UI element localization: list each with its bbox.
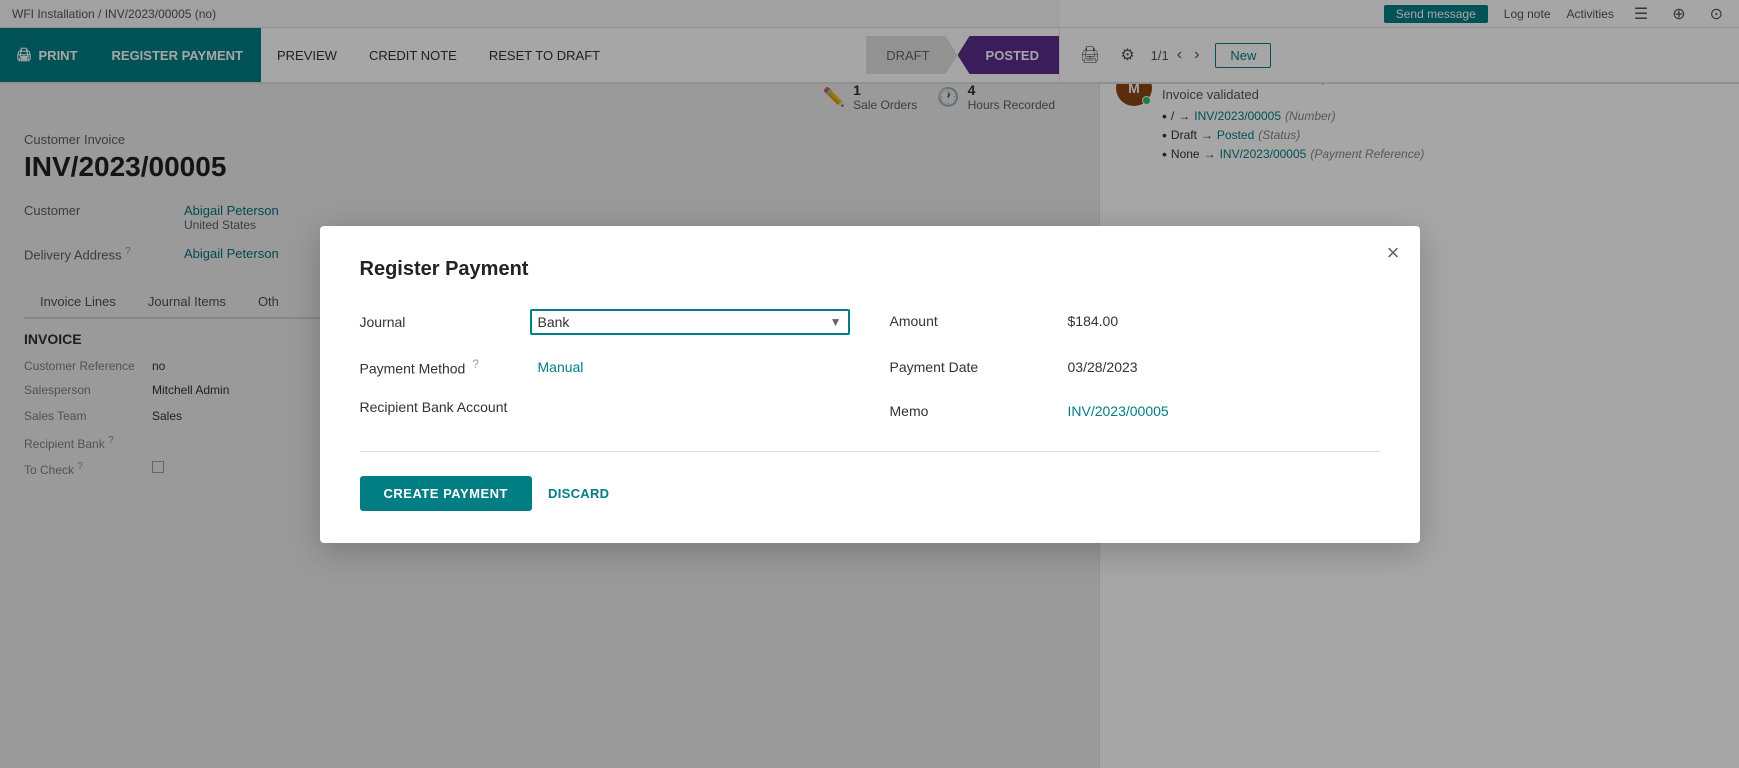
register-payment-dialog: Register Payment × Journal Bank ▼ Amount… (320, 226, 1420, 543)
payment-method-field: Payment Method ? Manual (360, 355, 850, 379)
payment-date-field: Payment Date 03/28/2023 (890, 355, 1380, 379)
create-payment-button[interactable]: CREATE PAYMENT (360, 476, 533, 511)
dialog-actions: CREATE PAYMENT DISCARD (360, 476, 1380, 511)
journal-field: Journal Bank ▼ (360, 309, 850, 335)
help-icon: ? (472, 357, 479, 371)
recipient-bank-field: Recipient Bank Account (360, 399, 850, 423)
dialog-divider (360, 451, 1380, 452)
memo-field: Memo INV/2023/00005 (890, 399, 1380, 423)
dropdown-arrow-icon: ▼ (830, 315, 842, 329)
dialog-form: Journal Bank ▼ Amount $184.00 Payment (360, 309, 1380, 423)
discard-button[interactable]: DISCARD (548, 486, 609, 501)
dialog-title: Register Payment (360, 258, 1380, 281)
amount-field: Amount $184.00 (890, 309, 1380, 335)
dialog-close-button[interactable]: × (1387, 242, 1400, 264)
dialog-overlay: Register Payment × Journal Bank ▼ Amount… (0, 0, 1739, 768)
journal-select[interactable]: Bank ▼ (530, 309, 850, 335)
